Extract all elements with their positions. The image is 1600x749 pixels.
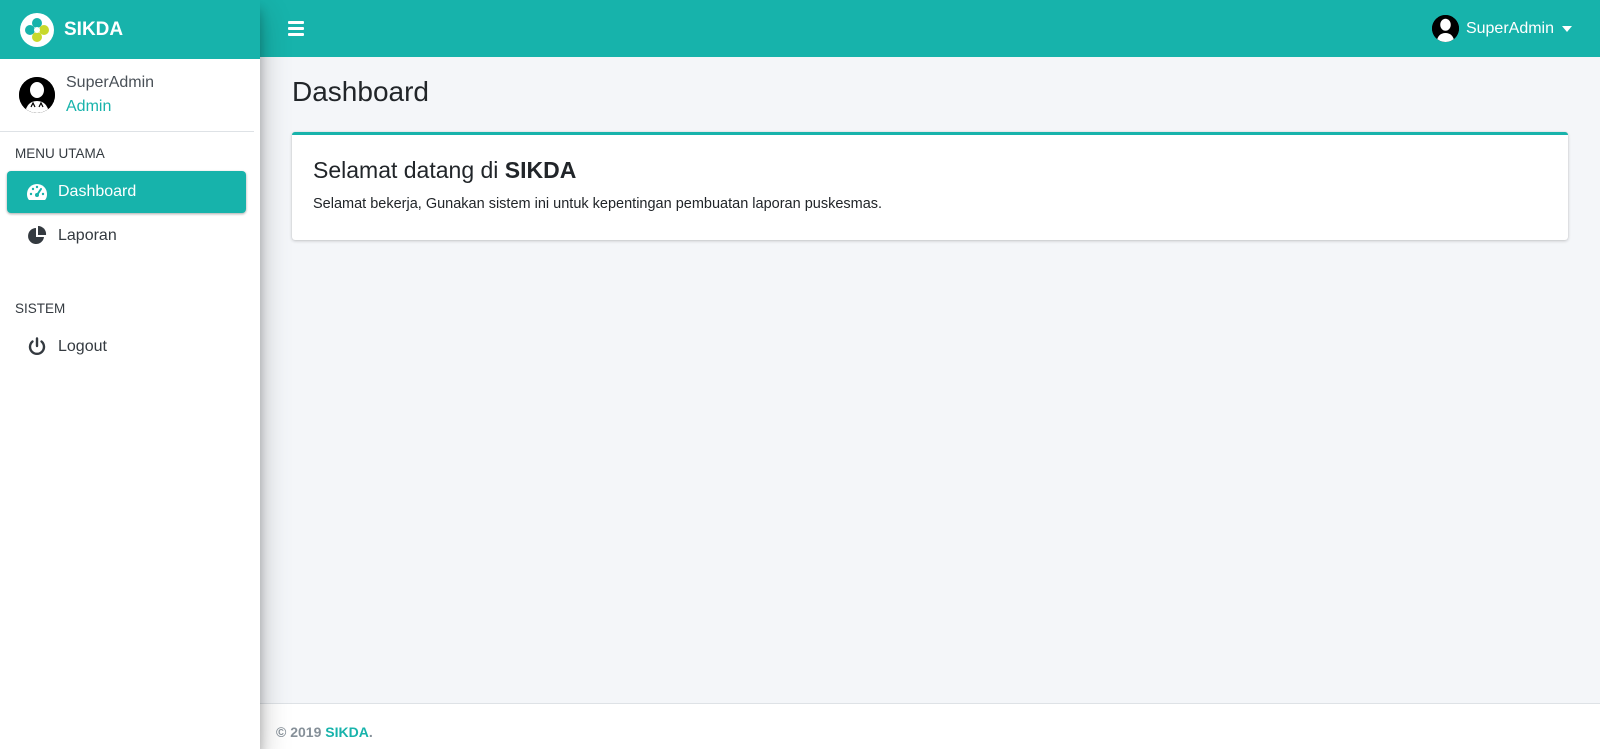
card-title-prefix: Selamat datang di xyxy=(313,157,499,183)
sidebar-item-logout[interactable]: Logout xyxy=(7,326,246,368)
user-panel: SuperAdmin Admin xyxy=(0,59,254,132)
sidebar-item-label: Laporan xyxy=(58,227,117,244)
card-title-brand: SIKDA xyxy=(504,157,577,183)
user-name: SuperAdmin xyxy=(66,74,155,91)
page-title: Dashboard xyxy=(292,76,429,107)
brand-name: SIKDA xyxy=(64,18,124,40)
card-title: Selamat datang di SIKDA xyxy=(313,157,1547,184)
chevron-down-icon xyxy=(1562,25,1572,32)
footer-copyright: © 2019 xyxy=(276,723,322,740)
nav-header-sistem: SISTEM xyxy=(15,301,66,316)
footer-brand-link[interactable]: SIKDA xyxy=(325,724,369,740)
brand-link[interactable]: SIKDA xyxy=(0,0,260,59)
main-content: Dashboard Selamat datang di SIKDA Selama… xyxy=(260,57,1600,703)
top-navbar: SuperAdmin xyxy=(260,0,1600,57)
sidebar-item-label: Dashboard xyxy=(58,183,137,200)
sidebar-item-laporan[interactable]: Laporan xyxy=(7,215,246,257)
welcome-card: Selamat datang di SIKDA Selamat bekerja,… xyxy=(292,132,1568,240)
footer: © 2019 SIKDA. xyxy=(260,703,1600,749)
brand-logo-icon xyxy=(20,12,54,47)
menu-toggle-icon[interactable] xyxy=(288,19,308,39)
avatar xyxy=(1431,15,1459,42)
user-menu-dropdown[interactable]: SuperAdmin xyxy=(1431,15,1572,42)
avatar xyxy=(19,77,55,113)
card-text: Selamat bekerja, Gunakan sistem ini untu… xyxy=(313,196,883,212)
user-role[interactable]: Admin xyxy=(66,95,154,119)
footer-suffix: . xyxy=(368,723,373,740)
sidebar-item-dashboard[interactable]: Dashboard xyxy=(7,171,246,213)
sidebar: SIKDA SuperAdmin Admin MENU UTAMA Dashbo… xyxy=(0,0,260,749)
power-icon xyxy=(26,336,48,358)
user-menu-name: SuperAdmin xyxy=(1465,19,1554,37)
sidebar-item-label: Logout xyxy=(58,338,107,355)
nav-header-menu-utama: MENU UTAMA xyxy=(15,146,105,161)
pie-chart-icon xyxy=(26,225,48,247)
tachometer-icon xyxy=(26,181,48,203)
